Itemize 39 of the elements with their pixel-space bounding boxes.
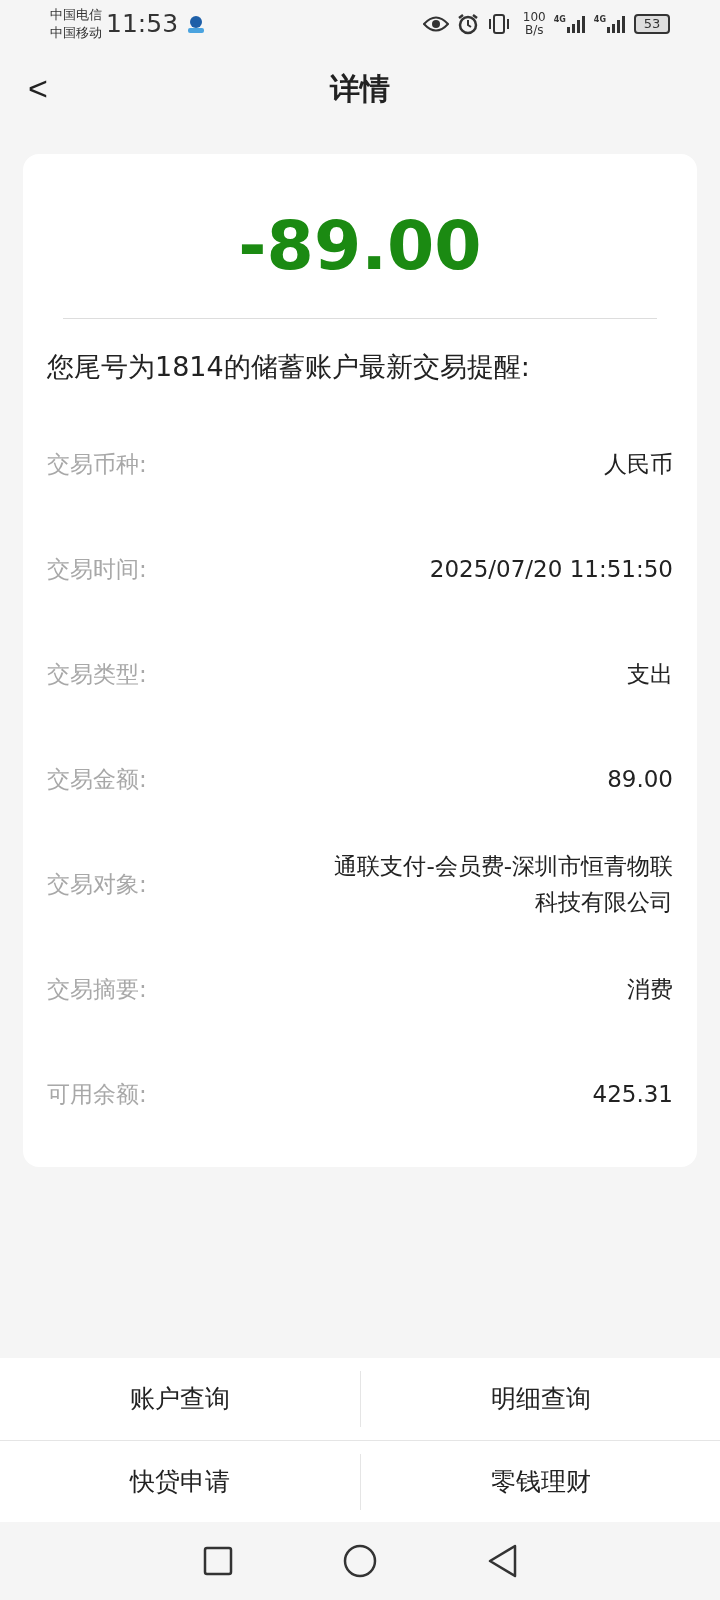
clock-time: 11:53 [106,8,179,41]
signal-icon [565,15,586,33]
carrier-name: 中国电信 [50,6,102,24]
detail-value: 89.00 [607,765,673,794]
app-notification-icon [186,14,207,34]
vibrate-icon [486,13,511,35]
detail-label: 可用余额: [47,1079,147,1109]
action-button[interactable]: 明细查询 [360,1371,720,1427]
notice-text: 您尾号为1814的储蓄账户最新交易提醒: [47,351,530,382]
network-speed-unit: B/s [525,24,544,37]
detail-label: 交易对象: [47,869,147,899]
network-type: 4G [593,15,606,25]
detail-label: 交易金额: [47,764,147,794]
signal-icon [606,15,626,33]
detail-value: 人民币 [604,450,673,479]
network-speed-value: 100 [522,11,546,24]
alarm-icon [456,13,479,35]
detail-label: 交易币种: [47,449,147,479]
battery-indicator: 53 [634,14,670,34]
home-icon[interactable] [343,1544,377,1578]
detail-value: 2025/07/20 11:51:50 [429,555,673,584]
detail-label: 交易摘要: [47,974,147,1004]
detail-value: 消费 [627,975,673,1004]
page-title: 详情 [330,70,390,106]
eye-icon [422,15,449,33]
detail-label: 交易类型: [47,659,147,689]
action-button[interactable]: 快贷申请 [0,1453,360,1510]
transaction-amount: -89.00 [238,206,482,285]
detail-label: 交易时间: [47,554,147,584]
carrier-name: 中国移动 [50,24,102,42]
detail-value: 支出 [627,660,673,689]
network-type: 4G [553,15,566,25]
detail-value: 通联支付-会员费-深圳市恒青物联科技有限公司 [333,852,673,917]
recent-apps-icon[interactable] [203,1546,233,1576]
back-icon[interactable] [487,1544,517,1578]
back-button[interactable]: < [28,71,48,105]
action-button[interactable]: 零钱理财 [360,1453,720,1510]
detail-value: 425.31 [592,1080,673,1109]
action-button[interactable]: 账户查询 [0,1371,360,1427]
